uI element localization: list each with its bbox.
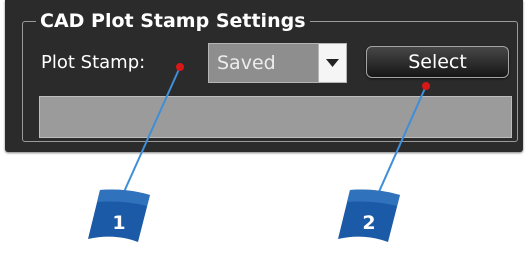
callout-number-1: 1 [112, 212, 126, 234]
callout-dot-2 [422, 82, 430, 90]
callout-flag-2: 2 [336, 186, 402, 244]
callout-number-2: 2 [362, 212, 376, 234]
callout-flag-1: 1 [86, 186, 152, 244]
callout-dot-1 [176, 63, 184, 71]
callout-leader-lines [114, 63, 430, 213]
